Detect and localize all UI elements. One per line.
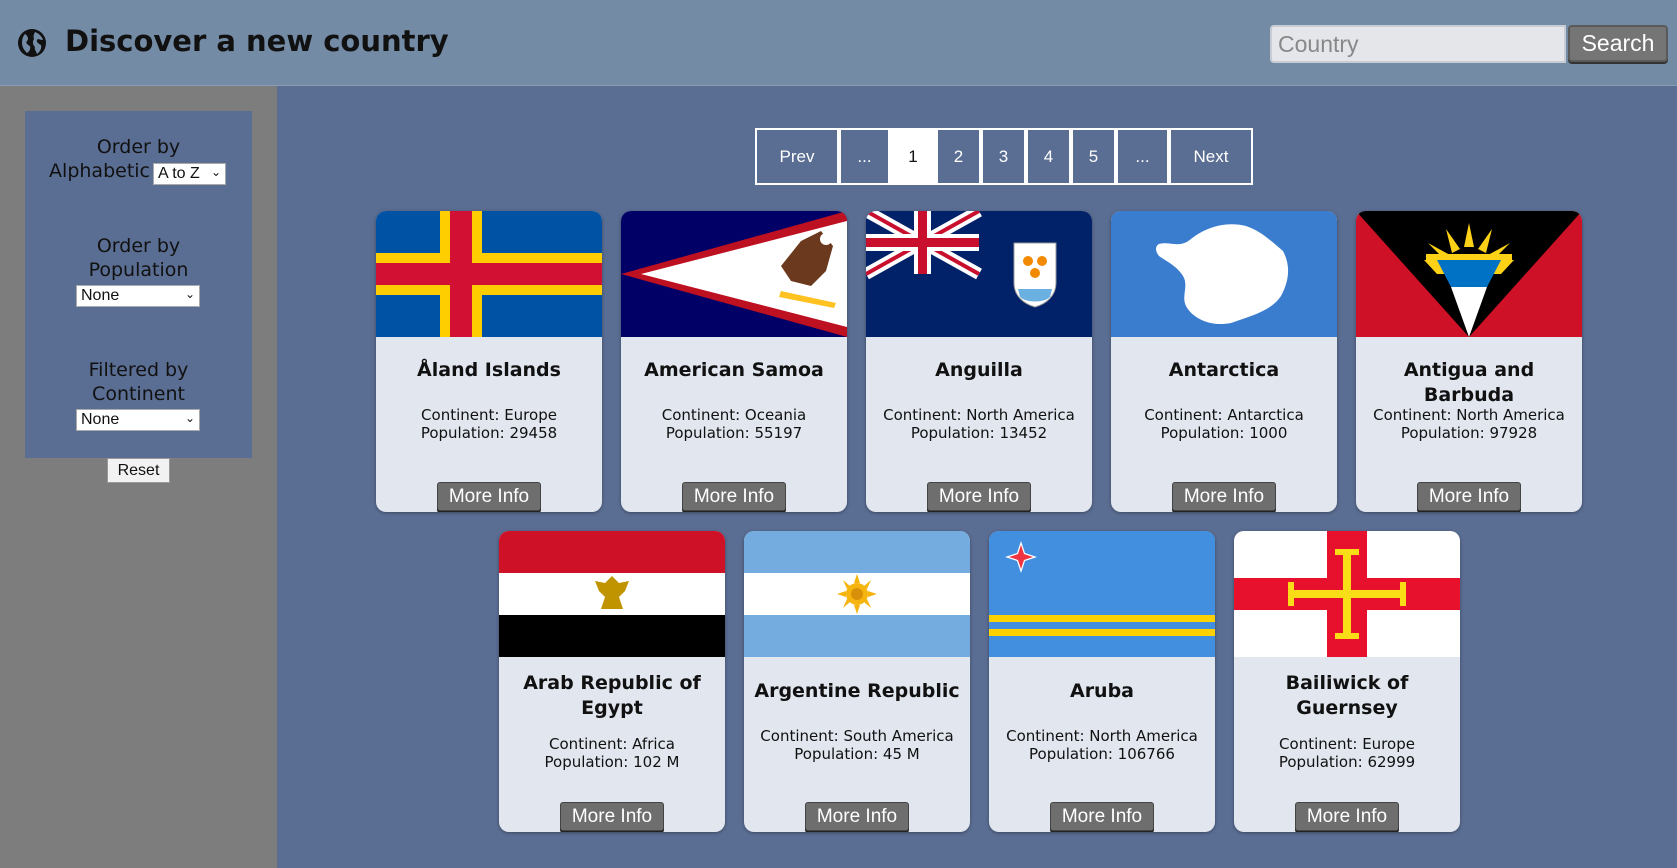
population-order-value: None [81,287,120,304]
alphabetic-order-label-line1: Order by [96,136,181,158]
population-order-select[interactable]: None ⌄ [76,285,200,307]
country-population: Population: 62999 [1278,753,1416,771]
country-name: Anguilla [935,359,1023,381]
country-population: Population: 55197 [665,424,803,442]
next-page-button[interactable]: Next [1169,128,1253,185]
country-name: Antigua and Barbuda [1403,359,1535,406]
pagination-ellipsis-right[interactable]: ... [1116,128,1169,185]
page-button-5[interactable]: 5 [1071,128,1116,185]
chevron-down-icon: ⌄ [184,411,195,425]
country-population: Population: 13452 [910,424,1048,442]
more-info-button[interactable]: More Info [1417,482,1521,511]
country-population: Population: 102 M [544,753,680,771]
chevron-down-icon: ⌄ [184,287,195,301]
more-info-button[interactable]: More Info [560,802,664,831]
country-continent: Continent: North America [883,406,1075,424]
flag-image-antigua-and-barbuda [1356,211,1582,337]
country-card: Arab Republic of Egypt Continent: Africa… [499,531,725,832]
filter-panel: Order by Alphabetic A to Z ⌄ Order by Po… [25,111,252,458]
country-name: Aruba [1069,680,1135,702]
prev-page-button[interactable]: Prev [755,128,839,185]
country-name: Bailiwick of Guernsey [1285,672,1409,719]
country-population: Population: 29458 [420,424,558,442]
more-info-button[interactable]: More Info [682,482,786,511]
country-search-input[interactable] [1270,25,1566,63]
country-name: Antarctica [1168,359,1280,381]
reset-button[interactable]: Reset [107,458,170,483]
continent-filter-label-line2: Continent [92,383,185,405]
country-card: Anguilla Continent: North America Popula… [866,211,1092,512]
country-continent: Continent: Europe [421,406,557,424]
country-continent: Continent: Africa [549,735,675,753]
globe-icon [18,29,46,57]
more-info-button[interactable]: More Info [1050,802,1154,831]
country-continent: Continent: North America [1006,727,1198,745]
sidebar: Order by Alphabetic A to Z ⌄ Order by Po… [0,86,277,868]
country-card: Aruba Continent: North America Populatio… [989,531,1215,832]
alphabetic-order-value: A to Z [158,165,200,182]
country-card: Bailiwick of Guernsey Continent: Europe … [1234,531,1460,832]
country-name: Argentine Republic [754,680,960,702]
page-button-4[interactable]: 4 [1026,128,1071,185]
continent-filter-select[interactable]: None ⌄ [76,409,200,431]
country-continent: Continent: Antarctica [1144,406,1304,424]
more-info-button[interactable]: More Info [805,802,909,831]
pagination-ellipsis-left[interactable]: ... [839,128,890,185]
flag-image-antarctica [1111,211,1337,337]
country-population: Population: 97928 [1400,424,1538,442]
page-title: Discover a new country [65,24,449,58]
country-name: Arab Republic of Egypt [523,672,701,719]
top-header: Discover a new country Search [0,0,1677,86]
country-continent: Continent: Oceania [661,406,807,424]
flag-image-aland [376,211,602,337]
search-button[interactable]: Search [1568,25,1668,62]
page-button-1[interactable]: 1 [890,128,936,185]
more-info-button[interactable]: More Info [927,482,1031,511]
population-order-label-line1: Order by [96,235,181,257]
country-card: Antarctica Continent: Antarctica Populat… [1111,211,1337,512]
flag-image-anguilla [866,211,1092,337]
flag-image-american-samoa [621,211,847,337]
country-continent: Continent: Europe [1279,735,1415,753]
country-name: Åland Islands [417,359,561,381]
country-card: Antigua and Barbuda Continent: North Ame… [1356,211,1582,512]
page-button-3[interactable]: 3 [981,128,1026,185]
continent-filter-value: None [81,411,120,428]
country-continent: Continent: North America [1373,406,1565,424]
page-button-2[interactable]: 2 [936,128,981,185]
chevron-down-icon: ⌄ [210,165,221,179]
alphabetic-order-select[interactable]: A to Z ⌄ [153,163,226,185]
country-card: Argentine Republic Continent: South Amer… [744,531,970,832]
more-info-button[interactable]: More Info [1295,802,1399,831]
more-info-button[interactable]: More Info [1172,482,1276,511]
flag-image-egypt [499,531,725,657]
country-card: American Samoa Continent: Oceania Popula… [621,211,847,512]
alphabetic-order-label-line2: Alphabetic [49,160,150,182]
more-info-button[interactable]: More Info [437,482,541,511]
country-population: Population: 1000 [1160,424,1288,442]
flag-image-argentina [744,531,970,657]
flag-image-aruba [989,531,1215,657]
continent-filter-label-line1: Filtered by [88,359,189,381]
country-continent: Continent: South America [760,727,954,745]
country-population: Population: 106766 [1029,745,1175,763]
country-population: Population: 45 M [794,745,920,763]
flag-image-guernsey [1234,531,1460,657]
country-card: Åland Islands Continent: Europe Populati… [376,211,602,512]
country-name: American Samoa [644,359,824,381]
population-order-label-line2: Population [88,259,189,281]
